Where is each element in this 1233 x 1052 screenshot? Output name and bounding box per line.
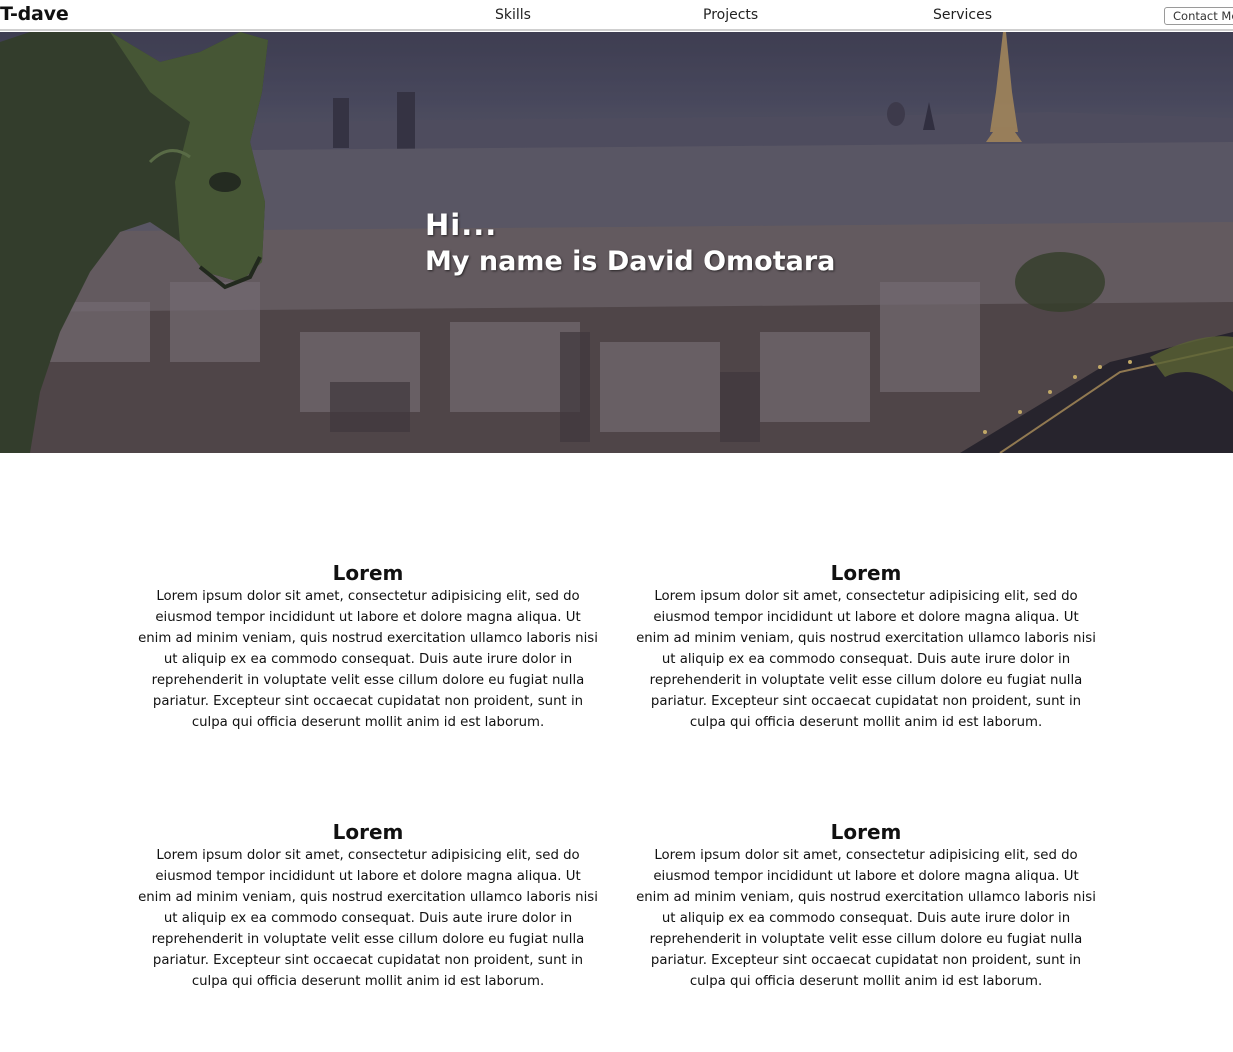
nav-link-skills[interactable]: Skills (495, 7, 531, 23)
content-card: Lorem Lorem ipsum dolor sit amet, consec… (138, 819, 598, 992)
card-body: Lorem ipsum dolor sit amet, consectetur … (138, 589, 598, 730)
top-navbar: T-dave Skills Projects Services Contact … (0, 0, 1233, 31)
nav-link-services[interactable]: Services (933, 7, 992, 23)
contact-me-button[interactable]: Contact Me (1164, 7, 1233, 25)
content-card: Lorem Lorem ipsum dolor sit amet, consec… (636, 560, 1096, 733)
card-body: Lorem ipsum dolor sit amet, consectetur … (636, 589, 1096, 730)
card-title: Lorem (830, 820, 902, 844)
card-body: Lorem ipsum dolor sit amet, consectetur … (138, 848, 598, 989)
card-body: Lorem ipsum dolor sit amet, consectetur … (636, 848, 1096, 989)
nav-link-projects[interactable]: Projects (703, 7, 758, 23)
content-card: Lorem Lorem ipsum dolor sit amet, consec… (138, 560, 598, 733)
brand-logo[interactable]: T-dave (0, 3, 69, 25)
card-title: Lorem (830, 561, 902, 585)
hero-banner: Hi... My name is David Omotara (0, 32, 1233, 453)
hero-name: My name is David Omotara (425, 246, 836, 277)
card-title: Lorem (332, 561, 404, 585)
hero-greeting: Hi... (425, 208, 498, 242)
hero-headline: Hi... My name is David Omotara (425, 208, 835, 282)
card-title: Lorem (332, 820, 404, 844)
content-card: Lorem Lorem ipsum dolor sit amet, consec… (636, 819, 1096, 992)
